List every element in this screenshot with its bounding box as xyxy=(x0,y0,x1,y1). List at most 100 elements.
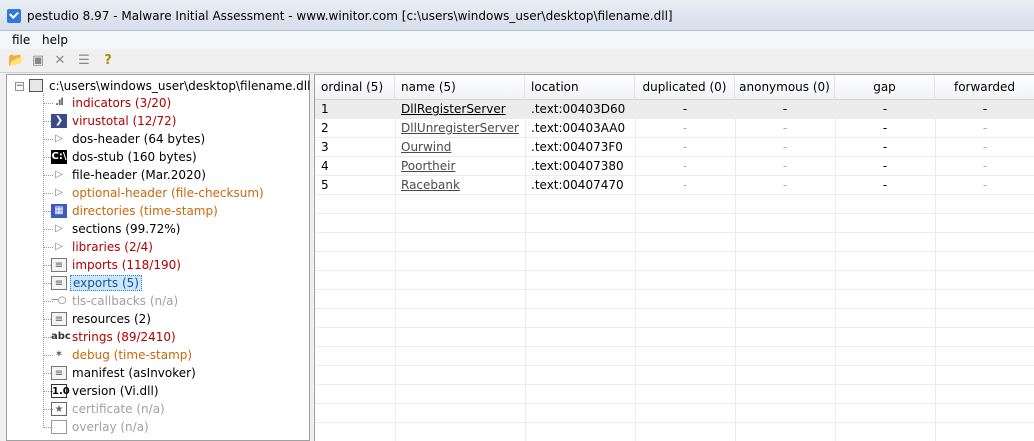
tree-item-tls-callbacks[interactable]: ─○ tls-callbacks (n/a) xyxy=(37,292,307,310)
forwarded-cell: - xyxy=(982,102,988,116)
menu-help[interactable]: help xyxy=(42,33,68,47)
triangle-icon: ▷ xyxy=(55,187,63,198)
tree-item-sections[interactable]: ▷ sections (99.72%) xyxy=(37,220,307,238)
abc-icon: abc xyxy=(51,331,71,342)
column-location[interactable]: location xyxy=(525,75,635,100)
gap-cell: - xyxy=(882,121,888,135)
open-icon[interactable]: 📂 xyxy=(8,53,24,69)
duplicated-cell: - xyxy=(682,140,688,154)
anonymous-cell: - xyxy=(782,121,788,135)
virustotal-icon: ❯ xyxy=(51,114,67,128)
triangle-icon: ▷ xyxy=(55,241,63,252)
column-ordinal[interactable]: ordinal (5) xyxy=(315,75,395,100)
tree-item-resources[interactable]: ≡ resources (2) xyxy=(37,310,307,328)
location-cell: .text:00403D60 xyxy=(531,102,626,116)
document-icon: ≡ xyxy=(51,258,67,272)
column-gap[interactable]: gap xyxy=(835,75,935,100)
exports-table: ordinal (5) name (5) location duplicated… xyxy=(314,74,1034,441)
anonymous-cell: - xyxy=(782,178,788,192)
tree-item-version[interactable]: 1.0 version (Vi.dll) xyxy=(37,382,307,400)
page-icon xyxy=(51,420,67,434)
certificate-icon: ★ xyxy=(51,402,67,416)
tree-item-optional-header[interactable]: ▷ optional-header (file-checksum) xyxy=(37,184,307,202)
tree-item-label: optional-header (file-checksum) xyxy=(72,186,264,200)
tree-item-label: virustotal (12/72) xyxy=(72,114,177,128)
pestudio-check-icon xyxy=(7,9,21,23)
ordinal-cell: 4 xyxy=(321,159,329,173)
key-icon: ─○ xyxy=(51,295,67,306)
tree-item-label: certificate (n/a) xyxy=(72,402,165,416)
tree-item-dos-stub[interactable]: C:\ dos-stub (160 bytes) xyxy=(37,148,307,166)
tree-item-directories[interactable]: ▦ directories (time-stamp) xyxy=(37,202,307,220)
duplicated-cell: - xyxy=(682,102,688,116)
tree-item-indicators[interactable]: .ıl indicators (3/20) xyxy=(37,94,307,112)
export-name-link[interactable]: Ourwind xyxy=(401,140,451,154)
collapse-icon[interactable]: − xyxy=(15,82,24,91)
ordinal-cell: 3 xyxy=(321,140,329,154)
help-icon[interactable]: ? xyxy=(100,53,116,69)
tree-item-file-header[interactable]: ▷ file-header (Mar.2020) xyxy=(37,166,307,184)
tree-item-exports[interactable]: ≡ exports (5) xyxy=(37,274,307,292)
list-icon[interactable]: ☰ xyxy=(76,53,92,69)
tree-item-libraries[interactable]: ▷ libraries (2/4) xyxy=(37,238,307,256)
tree-item-manifest[interactable]: ≡ manifest (asInvoker) xyxy=(37,364,307,382)
tree-item-label: file-header (Mar.2020) xyxy=(72,168,206,182)
tree-item-label: resources (2) xyxy=(72,312,151,326)
forwarded-cell: - xyxy=(982,159,988,173)
title-bar: pestudio 8.97 - Malware Initial Assessme… xyxy=(0,0,1034,31)
ordinal-cell: 1 xyxy=(321,102,329,116)
export-name-link[interactable]: Poortheir xyxy=(401,159,455,173)
column-name[interactable]: name (5) xyxy=(395,75,525,100)
anonymous-cell: - xyxy=(782,159,788,173)
bar-chart-icon: .ıl xyxy=(55,97,64,108)
bug-icon: ✶ xyxy=(54,349,64,360)
column-duplicated[interactable]: duplicated (0) xyxy=(635,75,735,100)
tree-item-imports[interactable]: ≡ imports (118/190) xyxy=(37,256,307,274)
table-row[interactable]: 3 Ourwind .text:004073F0 - - - - xyxy=(315,138,1034,157)
tree-item-label: strings (89/2410) xyxy=(72,330,176,344)
tree-item-label: dos-stub (160 bytes) xyxy=(72,150,197,164)
column-anonymous[interactable]: anonymous (0) xyxy=(735,75,835,100)
console-icon: C:\ xyxy=(51,150,67,164)
duplicated-cell: - xyxy=(682,178,688,192)
forwarded-cell: - xyxy=(982,178,988,192)
ordinal-cell: 5 xyxy=(321,178,329,192)
tree-item-label: imports (118/190) xyxy=(72,258,181,272)
location-cell: .text:00407380 xyxy=(531,159,624,173)
tree-item-certificate[interactable]: ★ certificate (n/a) xyxy=(37,400,307,418)
window-title: pestudio 8.97 - Malware Initial Assessme… xyxy=(27,9,673,23)
ordinal-cell: 2 xyxy=(321,121,329,135)
table-row[interactable]: 4 Poortheir .text:00407380 - - - - xyxy=(315,157,1034,176)
tree-item-strings[interactable]: abc strings (89/2410) xyxy=(37,328,307,346)
duplicated-cell: - xyxy=(682,159,688,173)
table-header: ordinal (5) name (5) location duplicated… xyxy=(315,75,1034,100)
location-cell: .text:00407470 xyxy=(531,178,624,192)
tree-item-label: indicators (3/20) xyxy=(72,96,172,110)
table-row[interactable]: 2 DllUnregisterServer .text:00403AA0 - -… xyxy=(315,119,1034,138)
gap-cell: - xyxy=(882,159,888,173)
export-name-link[interactable]: Racebank xyxy=(401,178,460,192)
tree-item-overlay[interactable]: overlay (n/a) xyxy=(37,418,307,436)
triangle-icon: ▷ xyxy=(55,133,63,144)
menu-file[interactable]: file xyxy=(12,33,30,47)
tree-item-debug[interactable]: ✶ debug (time-stamp) xyxy=(37,346,307,364)
forwarded-cell: - xyxy=(982,140,988,154)
tree-item-label: tls-callbacks (n/a) xyxy=(72,294,179,308)
directory-icon: ▦ xyxy=(51,204,67,218)
document-icon: ≡ xyxy=(51,312,67,326)
save-icon[interactable]: ▣ xyxy=(30,53,46,69)
table-row[interactable]: 5 Racebank .text:00407470 - - - - xyxy=(315,176,1034,195)
tree-item-label: libraries (2/4) xyxy=(72,240,153,254)
menu-bar: file help xyxy=(0,31,1034,49)
close-icon[interactable]: ✕ xyxy=(52,53,68,69)
export-name-link[interactable]: DllUnregisterServer xyxy=(401,121,519,135)
table-row[interactable]: 1 DllRegisterServer .text:00403D60 - - -… xyxy=(315,100,1034,119)
location-cell: .text:00403AA0 xyxy=(531,121,626,135)
anonymous-cell: - xyxy=(782,140,788,154)
column-forwarded[interactable]: forwarded xyxy=(935,75,1034,100)
location-cell: .text:004073F0 xyxy=(531,140,623,154)
tree-item-virustotal[interactable]: ❯ virustotal (12/72) xyxy=(37,112,307,130)
tree-item-label: exports (5) xyxy=(70,275,142,291)
tree-item-dos-header[interactable]: ▷ dos-header (64 bytes) xyxy=(37,130,307,148)
export-name-link[interactable]: DllRegisterServer xyxy=(401,102,506,116)
